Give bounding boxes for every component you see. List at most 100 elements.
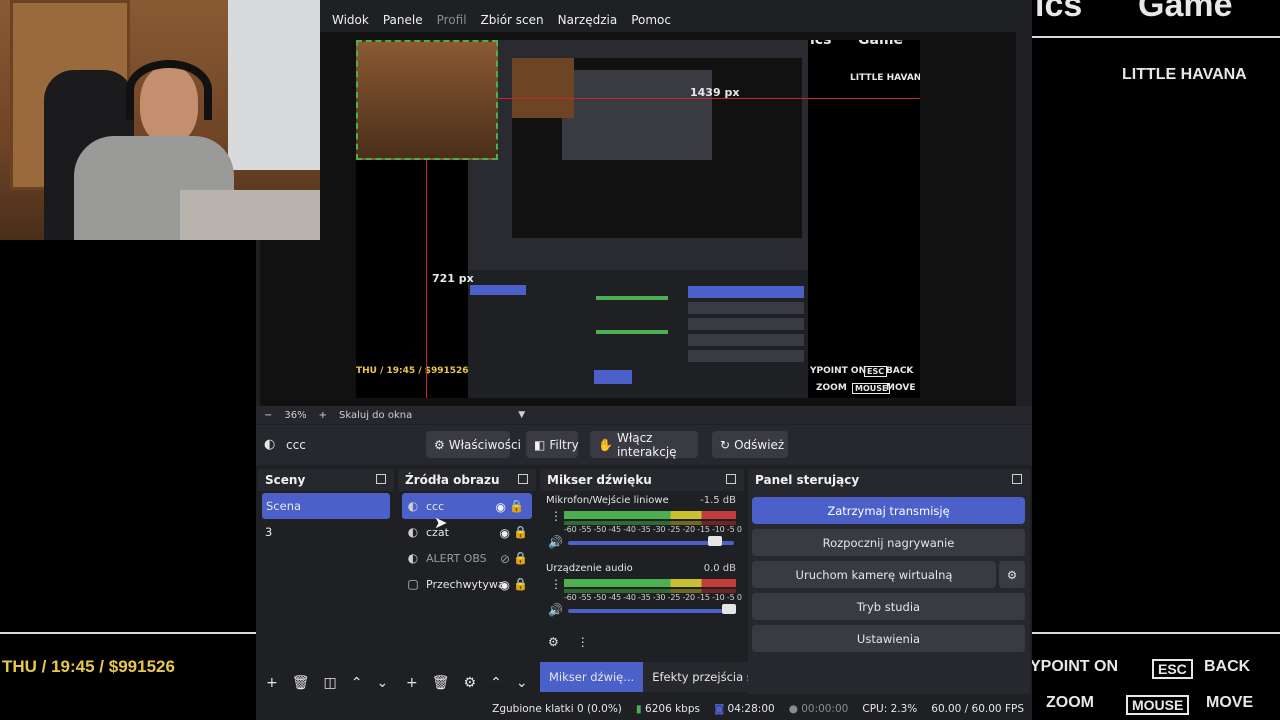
move-up-icon[interactable]: ⌃ bbox=[490, 675, 502, 691]
screen: ics Game LITTLE HAVANA THU / 19:45 / $99… bbox=[0, 0, 1280, 720]
nested-date: THU / 19:45 / $991526 bbox=[356, 366, 469, 376]
zoom-mode-select[interactable]: Skaluj do okna bbox=[339, 410, 412, 421]
stream-time-value: 04:28:00 bbox=[727, 702, 775, 715]
browser-source-icon: ◐ bbox=[407, 551, 419, 565]
start-recording-button[interactable]: Rozpocznij nagrywanie bbox=[752, 529, 1025, 556]
undock-icon[interactable] bbox=[376, 474, 386, 484]
speaker-icon[interactable]: 🔊 bbox=[548, 535, 563, 549]
eye-icon[interactable]: ◉ bbox=[496, 500, 506, 514]
browser-source-icon: ◐ bbox=[407, 499, 419, 513]
undock-icon[interactable] bbox=[518, 474, 528, 484]
mixer-channel-mic: Mikrofon/Wejście liniowe -1.5 dB ⋮ -60 -… bbox=[540, 491, 744, 559]
kebab-menu-icon[interactable]: ⋮ bbox=[550, 510, 562, 522]
volume-slider-handle[interactable] bbox=[722, 604, 736, 614]
interact-button[interactable]: ✋ Włącz interakcję bbox=[590, 430, 698, 459]
filters-label: Filtry bbox=[549, 437, 579, 452]
nested-key2: MOUSE bbox=[852, 383, 891, 394]
menu-profil[interactable]: Profil bbox=[437, 13, 467, 27]
zoom-bar: − 36% + Skaluj do okna ▼ bbox=[256, 406, 1032, 424]
move-down-icon[interactable]: ⌄ bbox=[376, 675, 388, 691]
source-item-alert-obs[interactable]: ◐ ALERT OBS ⊘ 🔒 bbox=[398, 545, 536, 571]
nested-meter-2 bbox=[596, 330, 668, 334]
game-title-fragment: ics bbox=[1035, 0, 1083, 24]
add-icon[interactable]: + bbox=[406, 675, 418, 691]
zoom-mode-chevron-icon[interactable]: ▼ bbox=[518, 410, 525, 420]
browser-source-icon: ◐ bbox=[264, 437, 276, 452]
settings-button[interactable]: Ustawienia bbox=[752, 625, 1025, 652]
filter-icon: ◧ bbox=[534, 437, 546, 452]
source-item-ccc[interactable]: ◐ ccc ◉ 🔒 bbox=[402, 493, 532, 519]
gear-icon: ⚙ bbox=[434, 437, 445, 452]
move-down-icon[interactable]: ⌄ bbox=[516, 675, 528, 691]
source-item-capture[interactable]: ▢ Przechwytywa ◉ 🔒 bbox=[398, 571, 536, 597]
volume-slider[interactable] bbox=[568, 609, 734, 613]
mixer-dock: Mikser dźwięku Mikrofon/Wejście liniowe … bbox=[540, 469, 744, 659]
filters-button[interactable]: ◧ Filtry bbox=[526, 431, 579, 458]
trash-icon[interactable]: 🗑 bbox=[432, 675, 450, 691]
nested-key1: ESC bbox=[864, 366, 888, 377]
zoom-out-button[interactable]: − bbox=[264, 410, 272, 421]
zoom-in-button[interactable]: + bbox=[319, 410, 327, 421]
gear-icon[interactable]: ⚙ bbox=[464, 675, 477, 691]
volume-slider-handle[interactable] bbox=[708, 536, 722, 546]
speaker-icon[interactable]: 🔊 bbox=[548, 603, 563, 617]
nested-scene-sel bbox=[470, 285, 526, 295]
eye-icon[interactable]: ◉ bbox=[500, 578, 510, 592]
game-title: Game bbox=[1138, 0, 1233, 24]
interact-label: Włącz interakcję bbox=[616, 430, 677, 459]
stream-icon: ◙ bbox=[713, 702, 725, 715]
desk-shape bbox=[180, 190, 320, 240]
dropped-frames: Zgubione klatki 0 (0.0%) bbox=[492, 702, 622, 715]
guide-vertical bbox=[426, 160, 427, 398]
tab-mixer[interactable]: Mikser dźwię... bbox=[540, 662, 644, 692]
eye-icon[interactable]: ◉ bbox=[500, 526, 510, 540]
undock-icon[interactable] bbox=[1012, 474, 1022, 484]
refresh-button[interactable]: ↻ Odśwież bbox=[712, 431, 788, 458]
menu-zbior-scen[interactable]: Zbiór scen bbox=[481, 13, 544, 27]
stop-stream-button[interactable]: Zatrzymaj transmisję bbox=[752, 497, 1025, 524]
virtual-camera-settings-button[interactable]: ⚙ bbox=[999, 561, 1025, 588]
preview-area[interactable]: ics Game LITTLE HAVANA THU / 19:45 / $99… bbox=[260, 32, 1016, 406]
studio-mode-button[interactable]: Tryb studia bbox=[752, 593, 1025, 620]
signal-icon: ▮ bbox=[635, 702, 642, 715]
virtual-camera-button[interactable]: Uruchom kamerę wirtualną bbox=[752, 561, 996, 588]
hud-hint1-action: YPOINT ON bbox=[1030, 658, 1119, 675]
cpu-usage: CPU: 2.3% bbox=[862, 702, 918, 715]
lock-icon[interactable]: 🔒 bbox=[513, 551, 528, 565]
scene-filter-icon[interactable]: ◫ bbox=[324, 675, 337, 691]
lock-icon[interactable]: 🔒 bbox=[513, 525, 528, 539]
nested-hint1: YPOINT ON bbox=[810, 366, 867, 376]
menu-panele[interactable]: Panele bbox=[383, 13, 423, 27]
lock-icon[interactable]: 🔒 bbox=[509, 499, 524, 513]
status-bar: Zgubione klatki 0 (0.0%) ▮ 6206 kbps ◙ 0… bbox=[256, 697, 1032, 720]
scene-item-scena[interactable]: Scena bbox=[262, 493, 390, 519]
nested-control-btn-4 bbox=[688, 350, 804, 362]
kebab-menu-icon[interactable]: ⋮ bbox=[550, 578, 562, 590]
source-item-czat[interactable]: ◐ czat ◉ 🔒 bbox=[398, 519, 536, 545]
move-up-icon[interactable]: ⌃ bbox=[351, 675, 363, 691]
scene-item-3[interactable]: 3 bbox=[258, 519, 394, 545]
eye-hidden-icon[interactable]: ⊘ bbox=[500, 552, 510, 566]
menu-pomoc[interactable]: Pomoc bbox=[631, 13, 671, 27]
obs-window: Widok Panele Profil Zbiór scen Narzędzia… bbox=[256, 0, 1032, 720]
location-label: LITTLE HAVANA bbox=[1122, 66, 1247, 83]
nested-webcam bbox=[356, 40, 498, 160]
menu-widok[interactable]: Widok bbox=[332, 13, 369, 27]
advanced-audio-icon[interactable]: ⚙ bbox=[548, 635, 559, 649]
mixer-title-label: Mikser dźwięku bbox=[547, 473, 652, 487]
sources-toolbar: + 🗑 ⚙ ⌃ ⌄ bbox=[398, 672, 536, 694]
mixer-toolbar: ⚙ ⋮ bbox=[548, 635, 589, 649]
bitrate-value: 6206 kbps bbox=[645, 702, 700, 715]
menu-narzedzia[interactable]: Narzędzia bbox=[558, 13, 618, 27]
add-icon[interactable]: + bbox=[266, 675, 278, 691]
trash-icon[interactable]: 🗑 bbox=[292, 675, 310, 691]
preview-canvas[interactable]: ics Game LITTLE HAVANA THU / 19:45 / $99… bbox=[356, 40, 920, 398]
nested-control-btn-1 bbox=[688, 302, 804, 314]
kebab-menu-icon[interactable]: ⋮ bbox=[577, 635, 589, 649]
nested-obs-capture bbox=[468, 40, 808, 398]
nested-location: LITTLE HAVANA bbox=[850, 73, 920, 83]
controls-dock: Panel sterujący Zatrzymaj transmisję Roz… bbox=[748, 469, 1030, 694]
properties-button[interactable]: ⚙ Właściwości bbox=[426, 431, 521, 458]
undock-icon[interactable] bbox=[726, 474, 736, 484]
lock-icon[interactable]: 🔒 bbox=[513, 577, 528, 591]
